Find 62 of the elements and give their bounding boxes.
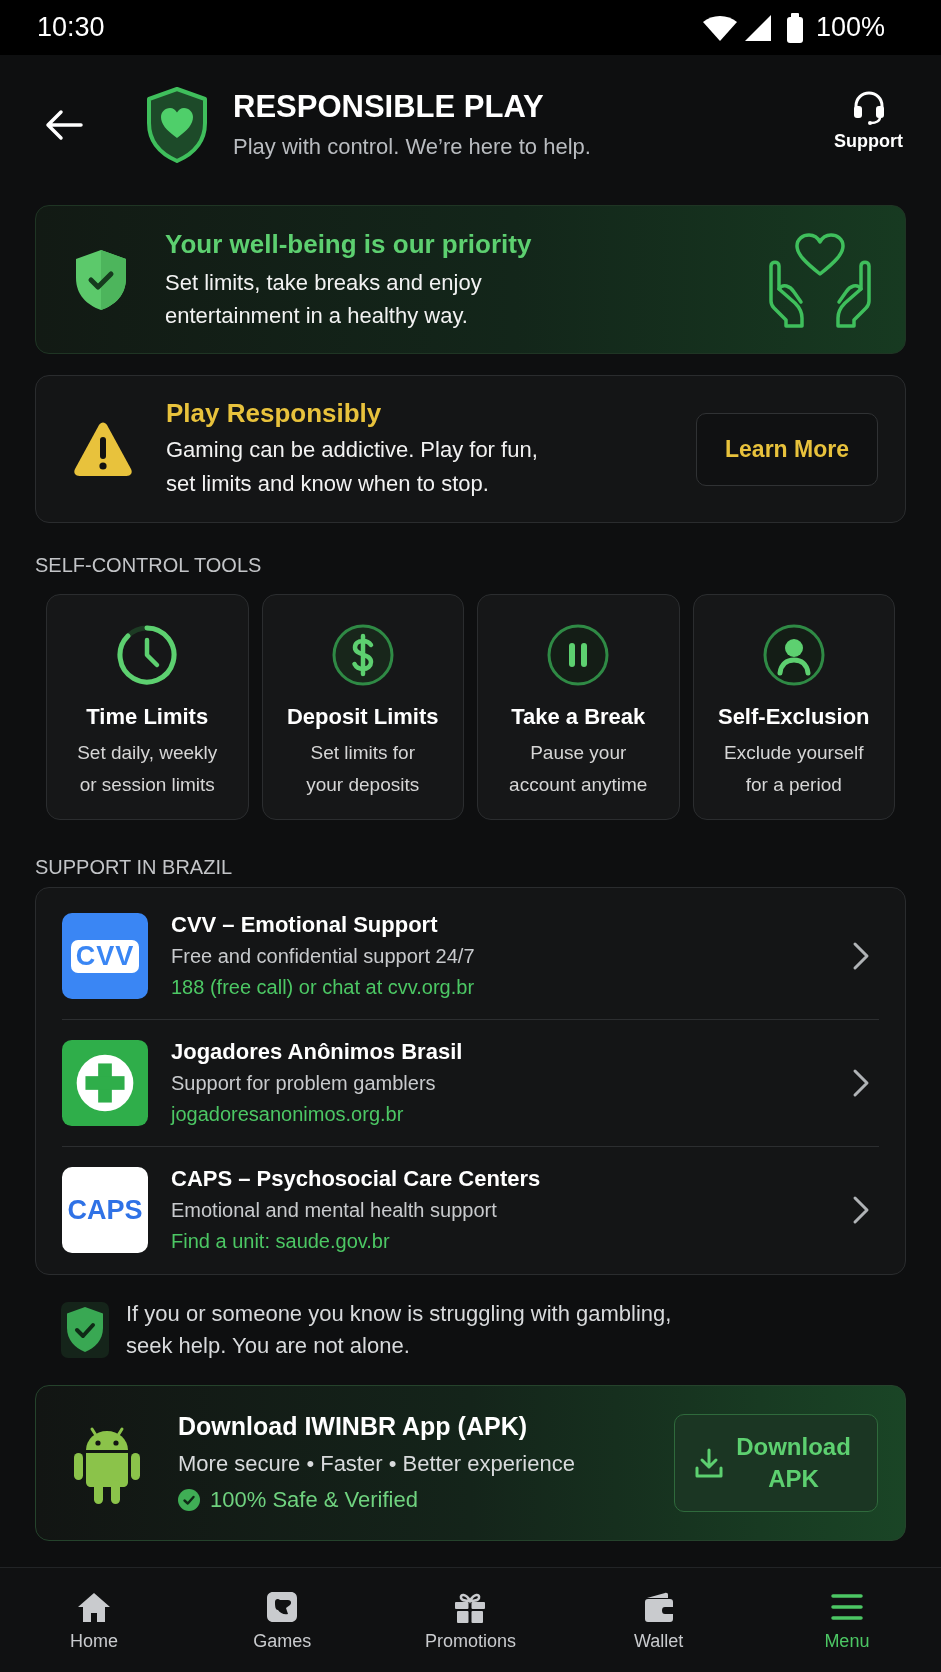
- shield-heart-icon: [144, 86, 210, 164]
- download-apk-button[interactable]: Download APK: [674, 1414, 878, 1512]
- tool-description: Pause your account anytime: [508, 741, 649, 797]
- check-circle-icon: [178, 1489, 200, 1511]
- tool-title: Take a Break: [511, 703, 646, 731]
- banner-text: Set limits, take breaks and enjoy entertainment in a healthy way.: [165, 268, 483, 330]
- support-description: Support for problem gamblers: [171, 1071, 436, 1096]
- tool-title: Deposit Limits: [286, 703, 439, 731]
- banner-text: Gaming can be addictive. Play for fun, set limits and know when to stop.: [166, 436, 539, 498]
- nav-tab[interactable]: Menu: [824, 1588, 870, 1652]
- page-subtitle: Play with control. We’re here to help.: [233, 133, 592, 161]
- support-button[interactable]: Support: [834, 88, 903, 152]
- person-icon: [761, 623, 826, 687]
- section-heading: SELF-CONTROL TOOLS: [35, 553, 263, 577]
- logo-text: CAPS: [67, 1194, 143, 1226]
- verified-label: 100% Safe & Verified: [210, 1486, 418, 1514]
- shield-check-icon: [61, 1302, 109, 1358]
- shield-check-icon: [73, 247, 129, 312]
- nav-tab[interactable]: Wallet: [634, 1588, 684, 1652]
- chevron-right-icon[interactable]: [851, 1194, 871, 1226]
- tool-card[interactable]: Deposit Limits Set limits for your deposits: [261, 594, 464, 820]
- nav-tab[interactable]: Games: [253, 1588, 312, 1652]
- download-title: Download IWINBR App (APK): [178, 1411, 528, 1442]
- tool-description: Set daily, weekly or session limits: [76, 741, 219, 797]
- tool-title: Time Limits: [86, 703, 209, 731]
- tool-description: Exclude yourself for a period: [723, 741, 865, 797]
- support-title: CVV – Emotional Support: [171, 911, 438, 939]
- contact-link[interactable]: Find a unit: saude.gov.br: [171, 1226, 390, 1256]
- download-icon: [695, 1448, 723, 1478]
- wifi-icon: [701, 13, 738, 42]
- back-arrow-icon[interactable]: [44, 109, 84, 141]
- status-time: 10:30: [37, 12, 105, 43]
- nav-tab[interactable]: Home: [70, 1588, 119, 1652]
- contact-link[interactable]: jogadoresanonimos.org.br: [171, 1099, 404, 1129]
- page-title: RESPONSIBLE PLAY: [233, 89, 545, 125]
- section-heading: SUPPORT IN BRAZIL: [35, 855, 234, 879]
- tool-card[interactable]: Take a Break Pause your account anytime: [477, 594, 680, 820]
- battery-percentage: 100%: [815, 12, 885, 43]
- signal-icon: [743, 13, 772, 42]
- support-description: Free and confidential support 24/7: [171, 944, 475, 969]
- support-title: Jogadores Anônimos Brasil: [171, 1038, 463, 1066]
- chevron-right-icon[interactable]: [851, 940, 871, 972]
- help-note: If you or someone you know is struggling with gambling, seek help. You are not alone.: [126, 1300, 673, 1360]
- warning-icon: [72, 420, 134, 478]
- download-subtitle: More secure • Faster • Better experience: [178, 1450, 575, 1478]
- nav-tab[interactable]: Promotions: [424, 1588, 516, 1652]
- chevron-right-icon[interactable]: [851, 1067, 871, 1099]
- dollar-icon: [330, 623, 395, 687]
- tool-card[interactable]: Self-Exclusion Exclude yourself for a period: [692, 594, 895, 820]
- clock-icon: [115, 623, 180, 687]
- logo-text: CVV: [70, 939, 140, 973]
- pause-icon: [546, 623, 611, 687]
- banner-title: Play Responsibly: [166, 397, 383, 429]
- tool-card[interactable]: Time Limits Set daily, weekly or session limits: [46, 594, 249, 820]
- battery-icon: [785, 12, 804, 43]
- contact-link[interactable]: 188 (free call) or chat at cvv.org.br: [171, 972, 475, 1002]
- banner-title: Your well-being is our priority: [165, 227, 533, 260]
- learn-more-button[interactable]: Learn More: [696, 412, 878, 486]
- tool-title: Self-Exclusion: [717, 703, 870, 731]
- support-description: Emotional and mental health support: [171, 1198, 497, 1223]
- support-title: CAPS – Psychosocial Care Centers: [171, 1165, 541, 1193]
- tool-description: Set limits for your deposits: [305, 741, 421, 797]
